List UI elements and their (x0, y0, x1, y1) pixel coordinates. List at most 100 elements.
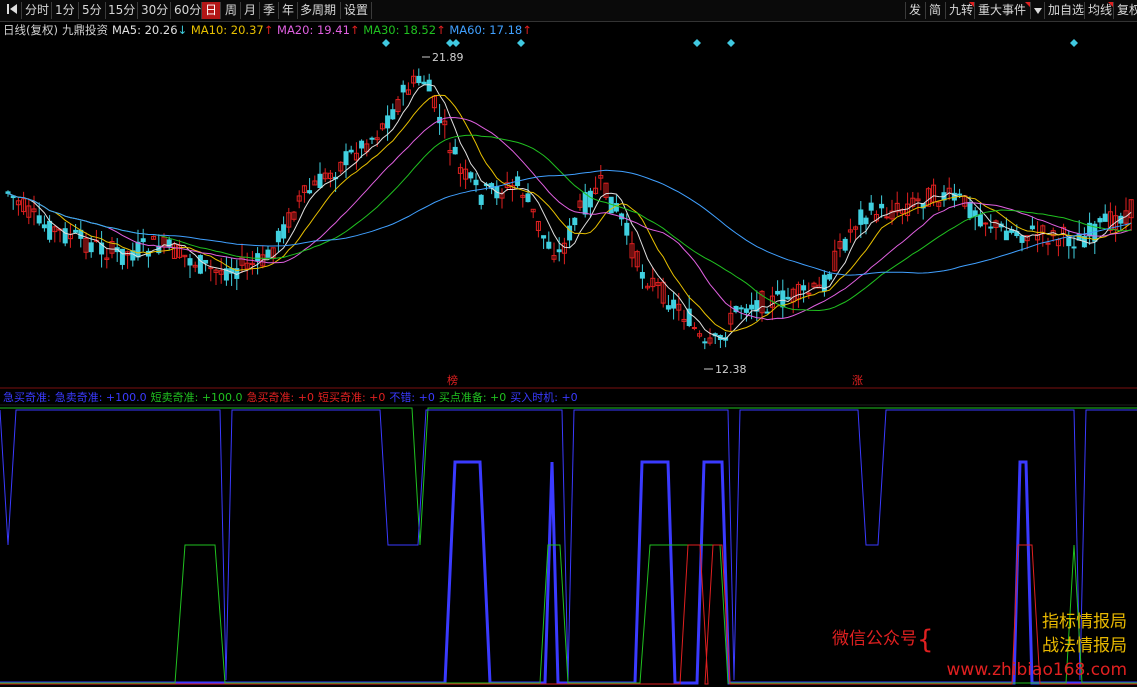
zhang-marker[interactable]: 涨 (852, 374, 863, 387)
candle-body (140, 238, 146, 243)
chart-canvas[interactable]: 21.89 12.38 榜 涨 (0, 0, 1137, 687)
candle-body (307, 190, 313, 194)
candle-body (556, 249, 562, 253)
candle-body (369, 137, 375, 140)
candle-body (452, 146, 458, 155)
candle-body (275, 230, 281, 243)
candle-body (863, 217, 869, 225)
candle-body (639, 272, 645, 279)
candle-body (801, 285, 807, 291)
signal-diamonds (382, 39, 1078, 47)
ind-legend-item: 短卖奇准: +100.0 (150, 391, 243, 404)
signal-diamond (693, 39, 701, 47)
indicator-lines (0, 407, 1137, 685)
watermark: 微信公众号{ 指标情报局 战法情报局 www.zhibiao168.com (832, 610, 1127, 680)
candle-body (525, 193, 531, 203)
bang-marker[interactable]: 榜 (447, 373, 458, 387)
candle-body (348, 149, 354, 153)
candle-body (977, 214, 983, 227)
ind-legend-item: 急买奇准: (3, 391, 51, 404)
ma60-value: MA60: 17.18↑ (449, 23, 532, 37)
candle-body (265, 249, 271, 258)
candle-body (1102, 213, 1108, 222)
candle-body (868, 202, 874, 211)
signal-diamond (382, 39, 390, 47)
signal-diamond (517, 39, 525, 47)
candle-body (764, 311, 770, 314)
candle-body (47, 220, 53, 240)
ma20-value: MA20: 19.41↑ (277, 23, 360, 37)
candle-body (702, 341, 708, 344)
candle-body (665, 305, 671, 310)
moving-average-lines (7, 84, 1132, 340)
candle-body (343, 151, 349, 166)
candle-body (587, 190, 593, 208)
candle-body (624, 222, 630, 236)
candle-body (468, 172, 474, 179)
candle-body (572, 217, 578, 226)
candle-body (884, 216, 890, 219)
candle-body (858, 209, 864, 225)
ind-legend-item: 急卖奇准: +100.0 (54, 391, 147, 404)
candle-body (967, 201, 973, 219)
candlestick-series (5, 68, 1134, 350)
candle-body (1019, 235, 1025, 243)
candle-body (1003, 230, 1009, 241)
candle-body (775, 290, 781, 295)
candle-body (1066, 237, 1072, 247)
candle-body (541, 235, 547, 239)
candle-body (691, 326, 697, 329)
candle-body (390, 109, 396, 120)
candle-body (73, 229, 79, 233)
candle-body (1029, 225, 1035, 230)
candle-body (5, 191, 11, 194)
candle-body (197, 255, 203, 274)
candle-body (785, 296, 791, 300)
ind-legend-item: 短买奇准: +0 (317, 391, 386, 404)
candle-body (957, 193, 963, 196)
candle-body (983, 222, 989, 225)
ma10-value: MA10: 20.37↑ (190, 23, 274, 37)
low-price-label: 12.38 (715, 363, 747, 376)
ind-legend-item: 买入时机: +0 (510, 391, 578, 404)
ind-legend-item: 急买奇准: +0 (246, 391, 314, 404)
candle-body (203, 259, 209, 264)
ma30-value: MA30: 18.52↑ (363, 23, 446, 37)
candle-body (135, 241, 141, 258)
candle-body (36, 215, 42, 224)
indicator-legend: 急买奇准: 急卖奇准: +100.0 短卖奇准: +100.0 急买奇准: +0 短买奇… (3, 390, 582, 405)
watermark-line2: 指标情报局 (1042, 612, 1127, 632)
candle-body (400, 84, 406, 93)
candle-body (743, 308, 749, 313)
candle-body (478, 194, 484, 205)
candle-body (879, 203, 885, 209)
candle-body (62, 228, 68, 244)
signal-diamond (727, 39, 735, 47)
watermark-wechat: 微信公众号{ (832, 625, 934, 655)
candle-body (88, 242, 94, 253)
chart-period-title: 日线(复权) (3, 23, 58, 37)
signal-diamond (452, 39, 460, 47)
indicator-green-top (0, 407, 1137, 546)
candle-body (359, 140, 365, 149)
candle-body (187, 258, 193, 266)
candle-body (317, 173, 323, 189)
candle-body (749, 304, 755, 310)
candle-body (582, 192, 588, 215)
ma5-line (7, 84, 1132, 340)
ma-legend: 日线(复权) 九鼎投资 MA5: 20.26↓ MA10: 20.37↑ MA20:… (3, 22, 532, 38)
ind-legend-item: 买点准备: +0 (438, 391, 507, 404)
candle-body (41, 224, 47, 229)
indicator-blue-thin (0, 409, 1137, 681)
signal-diamond (1070, 39, 1078, 47)
candle-body (546, 241, 552, 249)
candle-body (281, 224, 287, 239)
candle-body (1097, 218, 1103, 223)
ma10-line (7, 94, 1132, 333)
candle-body (567, 225, 573, 241)
candle-body (416, 75, 422, 84)
candle-body (842, 238, 848, 251)
candle-body (385, 115, 391, 129)
candle-body (421, 81, 427, 85)
strategy-name: 九鼎投资 (61, 23, 108, 37)
